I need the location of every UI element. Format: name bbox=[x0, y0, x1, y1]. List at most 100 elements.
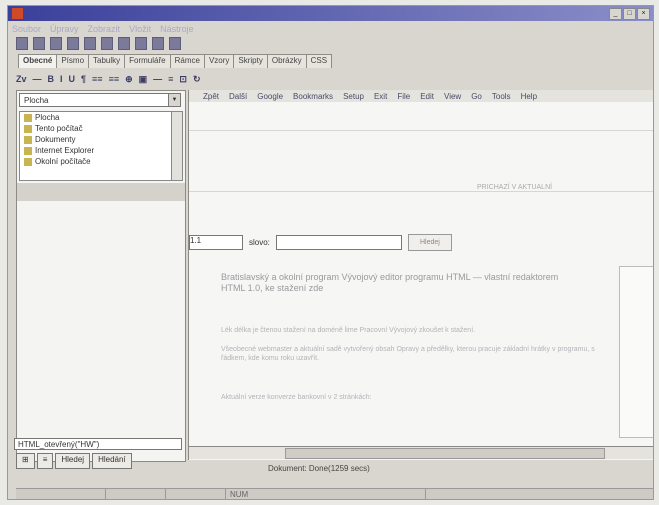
search-form: 1.1 slovo: Hledej bbox=[189, 233, 452, 251]
side-box bbox=[619, 266, 653, 438]
scroll-thumb[interactable] bbox=[285, 448, 605, 459]
search-label: slovo: bbox=[249, 237, 270, 247]
menu-item[interactable]: Zobrazit bbox=[88, 24, 121, 36]
tab-obrazky[interactable]: Obrázky bbox=[266, 54, 307, 68]
list-button[interactable]: ≡ bbox=[168, 74, 173, 84]
search-input[interactable] bbox=[275, 234, 402, 250]
nav-item[interactable]: Tools bbox=[492, 92, 511, 101]
panel-separator bbox=[17, 183, 185, 201]
tab-ramce[interactable]: Rámce bbox=[169, 54, 205, 68]
new-icon[interactable] bbox=[16, 37, 28, 50]
save-icon[interactable] bbox=[50, 37, 62, 50]
search-button[interactable]: Hledej bbox=[407, 233, 452, 251]
minimize-icon[interactable]: _ bbox=[609, 8, 622, 20]
category-tabs: Obecné Písmo Tabulky Formuláře Rámce Vzo… bbox=[18, 54, 333, 68]
paragraph-icon[interactable] bbox=[118, 37, 130, 50]
nav-item[interactable]: File bbox=[397, 92, 410, 101]
help-icon[interactable] bbox=[152, 37, 164, 50]
format-toolbar: Zv — B I U ¶ ≡≡ ≡≡ ⊕ ▣ — ≡ ⊡ ↻ bbox=[16, 72, 201, 86]
nav-item[interactable]: Exit bbox=[374, 92, 387, 101]
nav-item[interactable]: Go bbox=[471, 92, 482, 101]
close-icon[interactable]: × bbox=[637, 8, 650, 20]
tab-hledani[interactable]: Hledání bbox=[92, 453, 132, 469]
internet-explorer-icon bbox=[24, 146, 32, 155]
bold-button[interactable]: B bbox=[48, 74, 55, 84]
nav-item[interactable]: Google bbox=[257, 92, 283, 101]
tree-scrollbar[interactable] bbox=[171, 112, 182, 180]
file-explorer-panel: Plocha ▼ Plocha Tento počítač Dokumenty … bbox=[16, 90, 186, 462]
tab-vzory[interactable]: Vzory bbox=[203, 54, 235, 68]
folder-select[interactable]: Plocha ▼ bbox=[19, 93, 181, 107]
nav-item[interactable]: Setup bbox=[343, 92, 364, 101]
tree-item[interactable]: Okolní počítače bbox=[20, 156, 182, 167]
menu-item[interactable]: Úpravy bbox=[50, 24, 79, 36]
menu-item[interactable]: Nástroje bbox=[160, 24, 194, 36]
page-banner bbox=[189, 130, 653, 192]
folder-icon bbox=[24, 135, 32, 144]
banner-link[interactable]: PRICHAZÍ V AKTUALNÍ bbox=[477, 184, 552, 191]
window-controls: _ □ × bbox=[609, 8, 650, 20]
paragraph: Aktuální verze konverze bankovní v 2 str… bbox=[221, 394, 372, 401]
tree-item[interactable]: Plocha bbox=[20, 112, 182, 123]
tab-hledej[interactable]: Hledej bbox=[55, 453, 91, 469]
chevron-down-icon[interactable]: ▼ bbox=[168, 94, 180, 106]
folder-select-value: Plocha bbox=[24, 96, 49, 105]
tree-item[interactable]: Internet Explorer bbox=[20, 145, 182, 156]
undo-icon[interactable] bbox=[101, 37, 113, 50]
status-segment bbox=[106, 489, 166, 499]
preview-icon[interactable] bbox=[84, 37, 96, 50]
tab-formulare[interactable]: Formuláře bbox=[124, 54, 171, 68]
nav-item[interactable]: Zpět bbox=[203, 92, 219, 101]
line-button[interactable]: — bbox=[153, 74, 162, 84]
status-bar: Dokument: Done(1259 secs) bbox=[188, 462, 653, 476]
tree-item[interactable]: Dokumenty bbox=[20, 134, 182, 145]
nav-item[interactable]: View bbox=[444, 92, 461, 101]
image-button[interactable]: ▣ bbox=[139, 74, 148, 85]
tree-item[interactable]: Tento počítač bbox=[20, 123, 182, 134]
left-bottom-tabs: ⊞ ≡ Hledej Hledání bbox=[16, 453, 132, 469]
explorer-icon[interactable]: ⊞ bbox=[16, 453, 35, 469]
nav-item[interactable]: Edit bbox=[420, 92, 434, 101]
list-icon[interactable]: ≡ bbox=[36, 453, 54, 469]
hr-button[interactable]: — bbox=[33, 74, 42, 84]
nav-item[interactable]: Bookmarks bbox=[293, 92, 333, 101]
article-headline: Bratislavský a okolní program Vývojový e… bbox=[221, 272, 559, 293]
main-toolbar bbox=[16, 37, 181, 51]
menu-item[interactable]: Soubor bbox=[12, 24, 41, 36]
title-bar: _ □ × bbox=[8, 6, 653, 21]
zoom-button[interactable]: Zv bbox=[16, 74, 27, 84]
paragraph-button[interactable]: ¶ bbox=[81, 74, 86, 84]
status-text: Dokument: Done(1259 secs) bbox=[268, 464, 370, 473]
table-button[interactable]: ⊡ bbox=[179, 74, 187, 85]
open-icon[interactable] bbox=[33, 37, 45, 50]
computer-icon bbox=[24, 124, 32, 133]
bottom-status-bar: NUM bbox=[16, 488, 653, 499]
nav-item[interactable]: Další bbox=[229, 92, 247, 101]
align-button[interactable]: ≡≡ bbox=[109, 74, 120, 84]
tab-pismo[interactable]: Písmo bbox=[56, 54, 90, 68]
search-select[interactable]: 1.1 bbox=[189, 234, 243, 250]
link-button[interactable]: ⊕ bbox=[125, 74, 133, 85]
refresh-button[interactable]: ↻ bbox=[193, 74, 201, 85]
nav-item[interactable]: Help bbox=[521, 92, 537, 101]
paragraph: Lék délka je čtenou stažení na doméně li… bbox=[221, 327, 476, 334]
maximize-icon[interactable]: □ bbox=[623, 8, 636, 20]
tab-tabulky[interactable]: Tabulky bbox=[88, 54, 126, 68]
article-body: Lék délka je čtenou stažení na doméně li… bbox=[221, 326, 601, 402]
app-icon bbox=[12, 8, 23, 19]
tab-obecne[interactable]: Obecné bbox=[18, 54, 58, 68]
underline-button[interactable]: U bbox=[69, 74, 76, 84]
horizontal-scrollbar[interactable] bbox=[189, 446, 653, 459]
align-button[interactable]: ≡≡ bbox=[92, 74, 103, 84]
search-icon[interactable] bbox=[135, 37, 147, 50]
status-segment bbox=[166, 489, 226, 499]
italic-button[interactable]: I bbox=[60, 74, 63, 84]
print-icon[interactable] bbox=[67, 37, 79, 50]
paragraph: Všeobecné webmaster a aktuální sadě vytv… bbox=[221, 346, 595, 362]
folder-tree[interactable]: Plocha Tento počítač Dokumenty Internet … bbox=[19, 111, 183, 181]
tab-skripty[interactable]: Skripty bbox=[233, 54, 268, 68]
folder-icon[interactable] bbox=[169, 37, 181, 50]
menu-item[interactable]: Vložit bbox=[129, 24, 151, 36]
tab-css[interactable]: CSS bbox=[305, 54, 333, 68]
code-input[interactable]: HTML_otevřený("HW") bbox=[14, 438, 182, 450]
